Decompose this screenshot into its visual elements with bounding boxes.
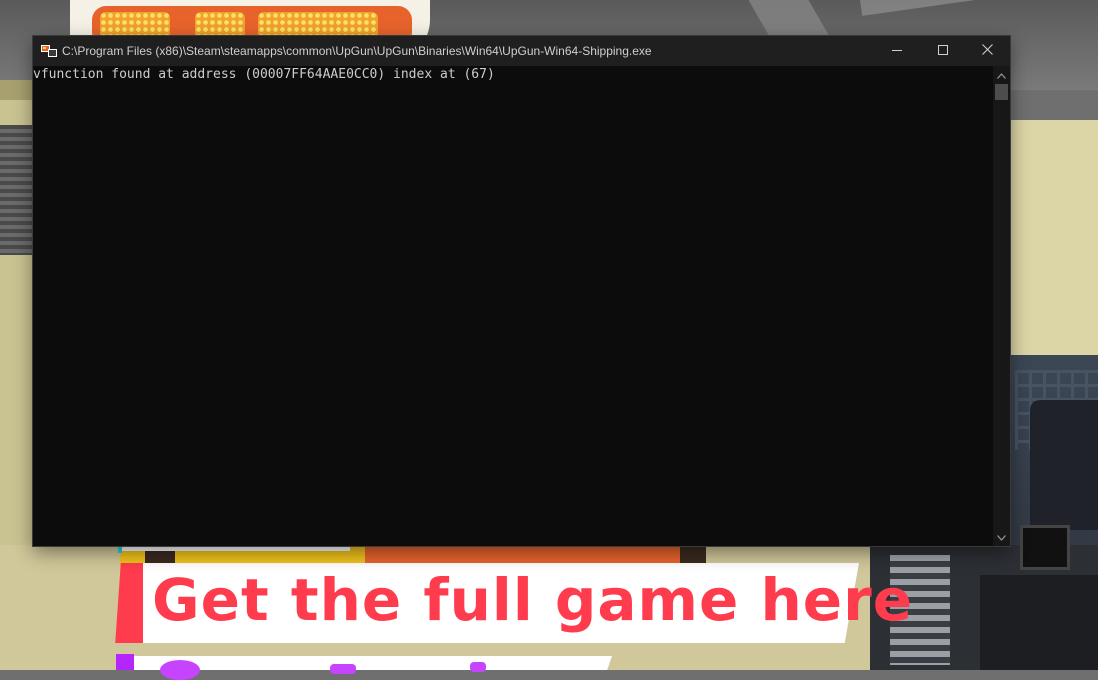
console-window[interactable]: C:\Program Files (x86)\Steam\steamapps\c… (33, 36, 1010, 546)
chevron-up-icon (997, 66, 1006, 84)
promo2-letter-shape (330, 664, 356, 674)
scrollbar-thumb[interactable] (995, 84, 1008, 100)
chevron-down-icon (997, 528, 1006, 546)
promo2-letter-shape (160, 660, 200, 680)
scroll-down-button[interactable] (993, 528, 1010, 545)
maximize-icon (938, 42, 948, 60)
window-title: C:\Program Files (x86)\Steam\steamapps\c… (62, 44, 652, 58)
background-monitor (1020, 525, 1070, 570)
scroll-up-button[interactable] (993, 66, 1010, 83)
background-machine (1030, 400, 1098, 530)
close-button[interactable] (964, 36, 1010, 66)
background-strip (118, 545, 122, 553)
minimize-icon (892, 42, 902, 60)
console-line: vfunction found at address (00007FF64AAE… (33, 67, 495, 82)
background-floor-object (980, 575, 1098, 670)
promo2-letter-shape (470, 662, 486, 672)
maximize-button[interactable] (920, 36, 966, 66)
console-app-icon[interactable] (41, 44, 57, 58)
window-titlebar[interactable]: C:\Program Files (x86)\Steam\steamapps\c… (33, 36, 1010, 66)
close-icon (981, 42, 993, 60)
promo2-banner (134, 656, 612, 670)
console-output[interactable]: vfunction found at address (00007FF64AAE… (33, 66, 993, 546)
promo-get-full-game-text[interactable]: Get the full game here (152, 566, 913, 634)
background-strip (365, 545, 680, 565)
background-vent (0, 125, 34, 255)
promo2-accent-bar (116, 654, 134, 670)
vertical-scrollbar[interactable] (993, 66, 1010, 546)
minimize-button[interactable] (874, 36, 920, 66)
